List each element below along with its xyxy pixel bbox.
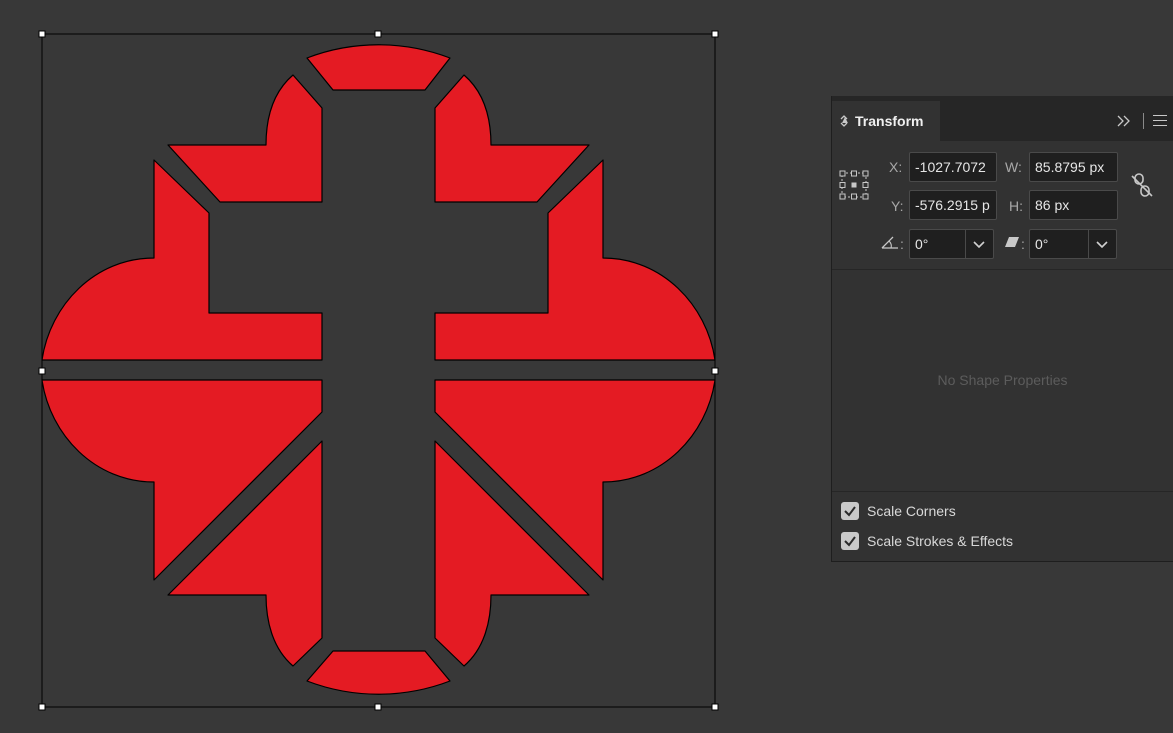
handle-bottom-right[interactable] xyxy=(711,703,719,711)
shape-top-cap xyxy=(306,44,451,91)
panel-menu-icon[interactable] xyxy=(1153,115,1167,127)
rotate-value: 0° xyxy=(915,236,929,252)
rotate-dropdown[interactable]: 0° xyxy=(909,229,994,259)
panel-header-controls xyxy=(1093,101,1173,141)
scale-strokes-checkbox[interactable] xyxy=(841,532,859,550)
handle-middle-left[interactable] xyxy=(38,367,46,375)
w-label: W: xyxy=(1005,159,1022,175)
handle-top-left[interactable] xyxy=(38,30,46,38)
no-shape-properties-text: No Shape Properties xyxy=(937,372,1068,388)
x-label: X: xyxy=(889,159,903,175)
handle-bottom-middle[interactable] xyxy=(374,703,382,711)
panel-divider-top xyxy=(832,269,1173,270)
shear-icon xyxy=(1005,237,1019,247)
tab-transform[interactable]: ▲ Transform xyxy=(832,101,940,141)
y-input[interactable]: -576.2915 p xyxy=(909,190,997,220)
handle-bottom-left[interactable] xyxy=(38,703,46,711)
width-input[interactable]: 85.8795 px xyxy=(1029,152,1118,182)
rotate-angle-icon xyxy=(881,236,898,249)
checkmark-icon xyxy=(844,536,856,547)
scale-strokes-label: Scale Strokes & Effects xyxy=(867,533,1014,549)
chevron-down-icon[interactable] xyxy=(971,236,987,252)
y-label: Y: xyxy=(891,198,904,214)
panel-header: ▲ Transform xyxy=(832,101,1173,141)
handle-top-right[interactable] xyxy=(711,30,719,38)
shape-petal-top-left xyxy=(167,74,323,203)
tab-arrows-icon xyxy=(840,115,848,127)
transform-panel: ▲ Transform X: -1027.7072 W: 85.8795 px xyxy=(831,96,1173,562)
chevron-down-icon[interactable] xyxy=(1094,236,1110,252)
h-label: H: xyxy=(1009,198,1023,214)
artboard-canvas[interactable] xyxy=(0,0,830,733)
selection-bounding-box[interactable] xyxy=(38,30,719,711)
shear-dropdown[interactable]: 0° xyxy=(1029,229,1117,259)
reference-point-grid-icon[interactable] xyxy=(839,170,869,200)
handle-middle-right[interactable] xyxy=(711,367,719,375)
shape-bottom-cap xyxy=(306,650,451,695)
scale-corners-checkbox[interactable] xyxy=(841,502,859,520)
shear-value: 0° xyxy=(1035,236,1049,252)
shear-label: : xyxy=(1021,236,1025,252)
x-input[interactable]: -1027.7072 xyxy=(909,152,997,182)
panel-divider-bottom xyxy=(832,491,1173,492)
handle-top-middle[interactable] xyxy=(374,30,382,38)
shape-petal-top-right xyxy=(434,74,590,203)
header-separator xyxy=(1143,113,1144,129)
unlinked-chain-icon[interactable] xyxy=(1130,172,1154,198)
rotate-label: : xyxy=(900,236,904,252)
height-input[interactable]: 86 px xyxy=(1029,190,1118,220)
red-quatrefoil-cross-shape[interactable] xyxy=(41,44,716,695)
tab-title: Transform xyxy=(855,113,924,129)
checkmark-icon xyxy=(844,506,856,517)
scale-corners-label: Scale Corners xyxy=(867,503,956,519)
collapse-panel-icon[interactable] xyxy=(1117,115,1131,127)
